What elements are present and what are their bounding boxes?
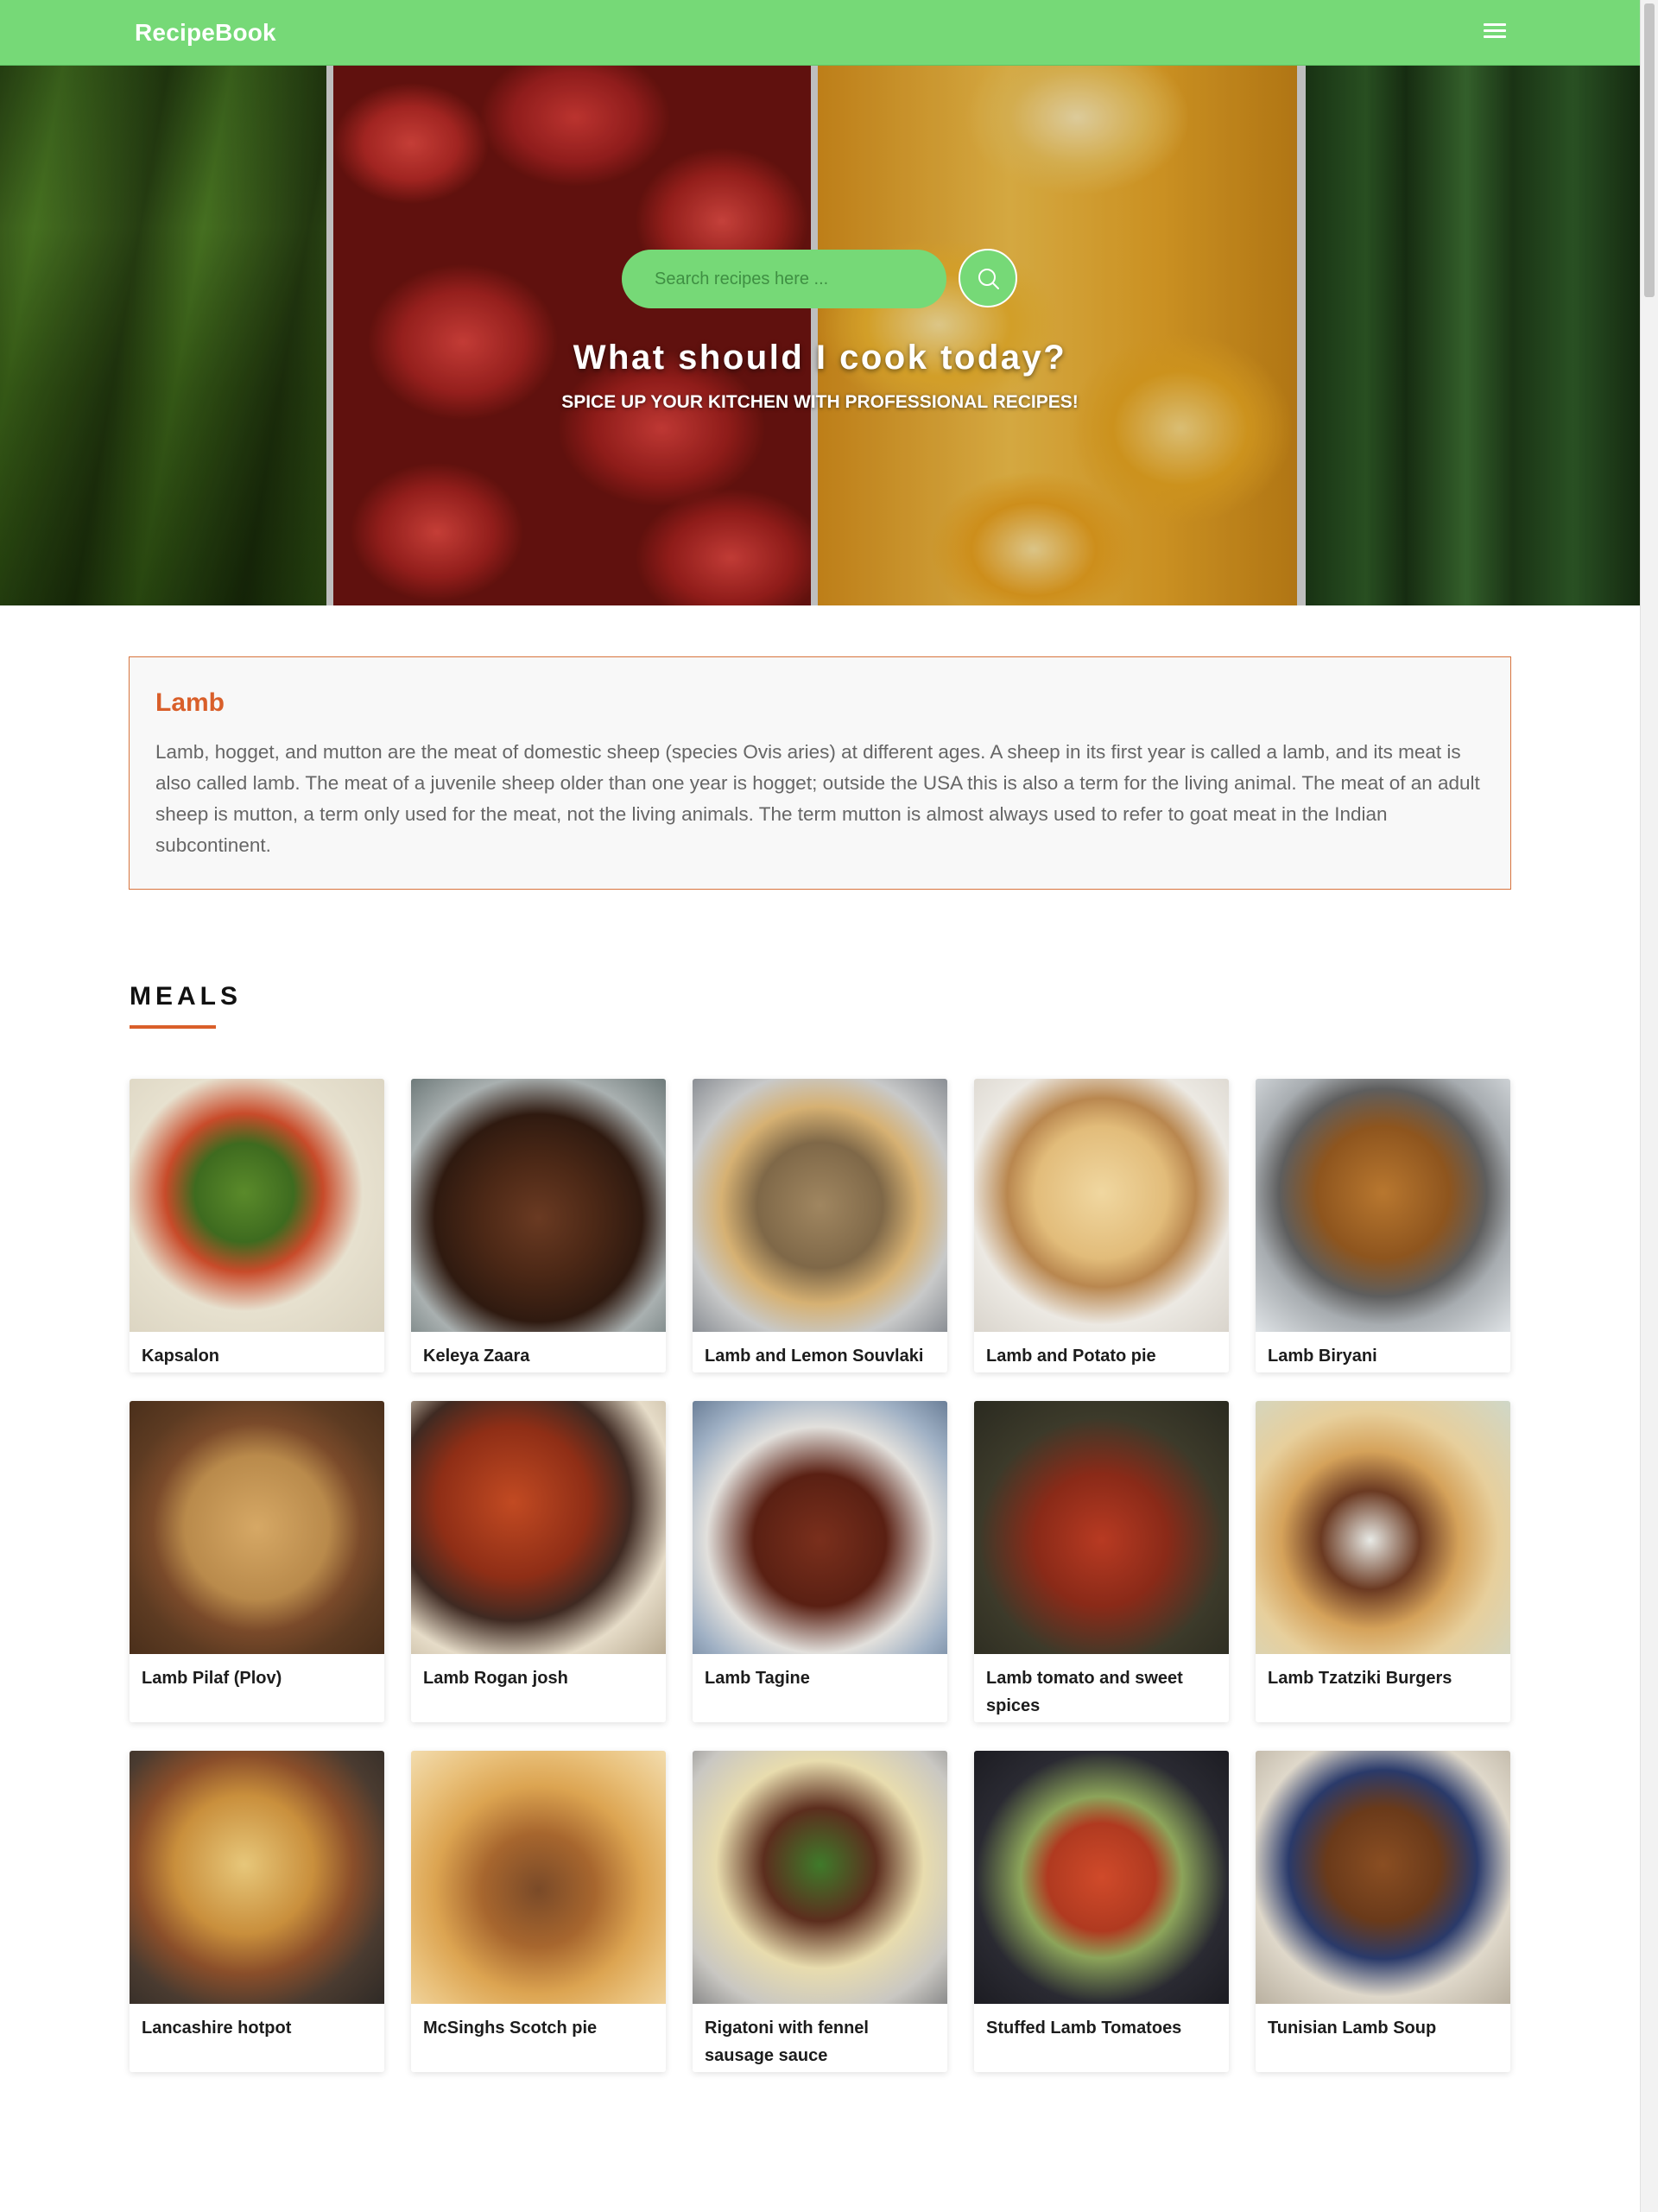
- hero-title: What should I cook today?: [573, 339, 1067, 377]
- search-button[interactable]: [959, 249, 1017, 307]
- page-scrollbar[interactable]: [1640, 0, 1658, 2212]
- hamburger-menu-icon[interactable]: [1484, 21, 1506, 40]
- meal-image: [974, 1401, 1229, 1654]
- category-description: Lamb, hogget, and mutton are the meat of…: [155, 741, 1480, 856]
- meal-name: Lamb tomato and sweet spices: [986, 1669, 1183, 1715]
- meal-name: Keleya Zaara: [423, 1347, 530, 1366]
- meal-card[interactable]: McSinghs Scotch pie: [411, 1751, 666, 2072]
- meal-card[interactable]: Lamb and Lemon Souvlaki: [693, 1079, 947, 1372]
- meals-heading: MEALS: [130, 982, 242, 1011]
- meal-image: [130, 1401, 384, 1654]
- meal-image: [974, 1751, 1229, 2004]
- meal-name: McSinghs Scotch pie: [423, 2019, 598, 2038]
- meal-name: Lancashire hotpot: [142, 2019, 292, 2038]
- meal-name: Stuffed Lamb Tomatoes: [986, 2019, 1182, 2038]
- meal-name: Lamb Rogan josh: [423, 1669, 568, 1688]
- category-info-box: Lamb Lamb, hogget, and mutton are the me…: [129, 656, 1511, 890]
- meal-image: [130, 1079, 384, 1332]
- meal-image: [693, 1751, 947, 2004]
- meal-image: [1256, 1079, 1510, 1332]
- meal-image: [411, 1079, 666, 1332]
- meal-name: Lamb and Lemon Souvlaki: [705, 1347, 924, 1366]
- meal-image: [130, 1751, 384, 2004]
- meal-name: Kapsalon: [142, 1347, 220, 1366]
- meal-name: Lamb Biryani: [1268, 1347, 1377, 1366]
- meal-card[interactable]: Rigatoni with fennel sausage sauce: [693, 1751, 947, 2072]
- meals-heading-underline: [130, 1025, 216, 1029]
- meal-image: [411, 1401, 666, 1654]
- hero-subtitle: SPICE UP YOUR KITCHEN WITH PROFESSIONAL …: [561, 392, 1079, 412]
- meal-card[interactable]: Tunisian Lamb Soup: [1256, 1751, 1510, 2072]
- meal-image: [974, 1079, 1229, 1332]
- meal-image: [693, 1401, 947, 1654]
- meal-image: [411, 1751, 666, 2004]
- meal-name: Rigatoni with fennel sausage sauce: [705, 2019, 869, 2065]
- top-navbar: RecipeBook: [0, 0, 1640, 66]
- meal-image: [693, 1079, 947, 1332]
- meal-name: Lamb Tzatziki Burgers: [1268, 1669, 1452, 1688]
- meal-card[interactable]: Lamb Biryani: [1256, 1079, 1510, 1372]
- meal-name: Lamb and Potato pie: [986, 1347, 1156, 1366]
- meal-card[interactable]: Lancashire hotpot: [130, 1751, 384, 2072]
- meal-name: Lamb Pilaf (Plov): [142, 1669, 282, 1688]
- meal-card[interactable]: Stuffed Lamb Tomatoes: [974, 1751, 1229, 2072]
- meal-card[interactable]: Kapsalon: [130, 1079, 384, 1372]
- hero-overlay: [0, 66, 1640, 605]
- meal-card[interactable]: Lamb and Potato pie: [974, 1079, 1229, 1372]
- meal-card[interactable]: Keleya Zaara: [411, 1079, 666, 1372]
- category-title: Lamb: [155, 688, 225, 717]
- meal-card[interactable]: Lamb Tzatziki Burgers: [1256, 1401, 1510, 1722]
- search-icon: [978, 269, 999, 289]
- scrollbar-thumb[interactable]: [1644, 3, 1655, 297]
- meal-image: [1256, 1751, 1510, 2004]
- meal-image: [1256, 1401, 1510, 1654]
- hero-banner: What should I cook today? SPICE UP YOUR …: [0, 66, 1640, 605]
- search-input[interactable]: [622, 250, 946, 308]
- meal-card[interactable]: Lamb Tagine: [693, 1401, 947, 1722]
- meal-name: Lamb Tagine: [705, 1669, 810, 1688]
- meal-name: Tunisian Lamb Soup: [1268, 2019, 1437, 2038]
- brand-logo[interactable]: RecipeBook: [135, 19, 276, 47]
- meal-card[interactable]: Lamb Rogan josh: [411, 1401, 666, 1722]
- meal-card[interactable]: Lamb tomato and sweet spices: [974, 1401, 1229, 1722]
- meal-card[interactable]: Lamb Pilaf (Plov): [130, 1401, 384, 1722]
